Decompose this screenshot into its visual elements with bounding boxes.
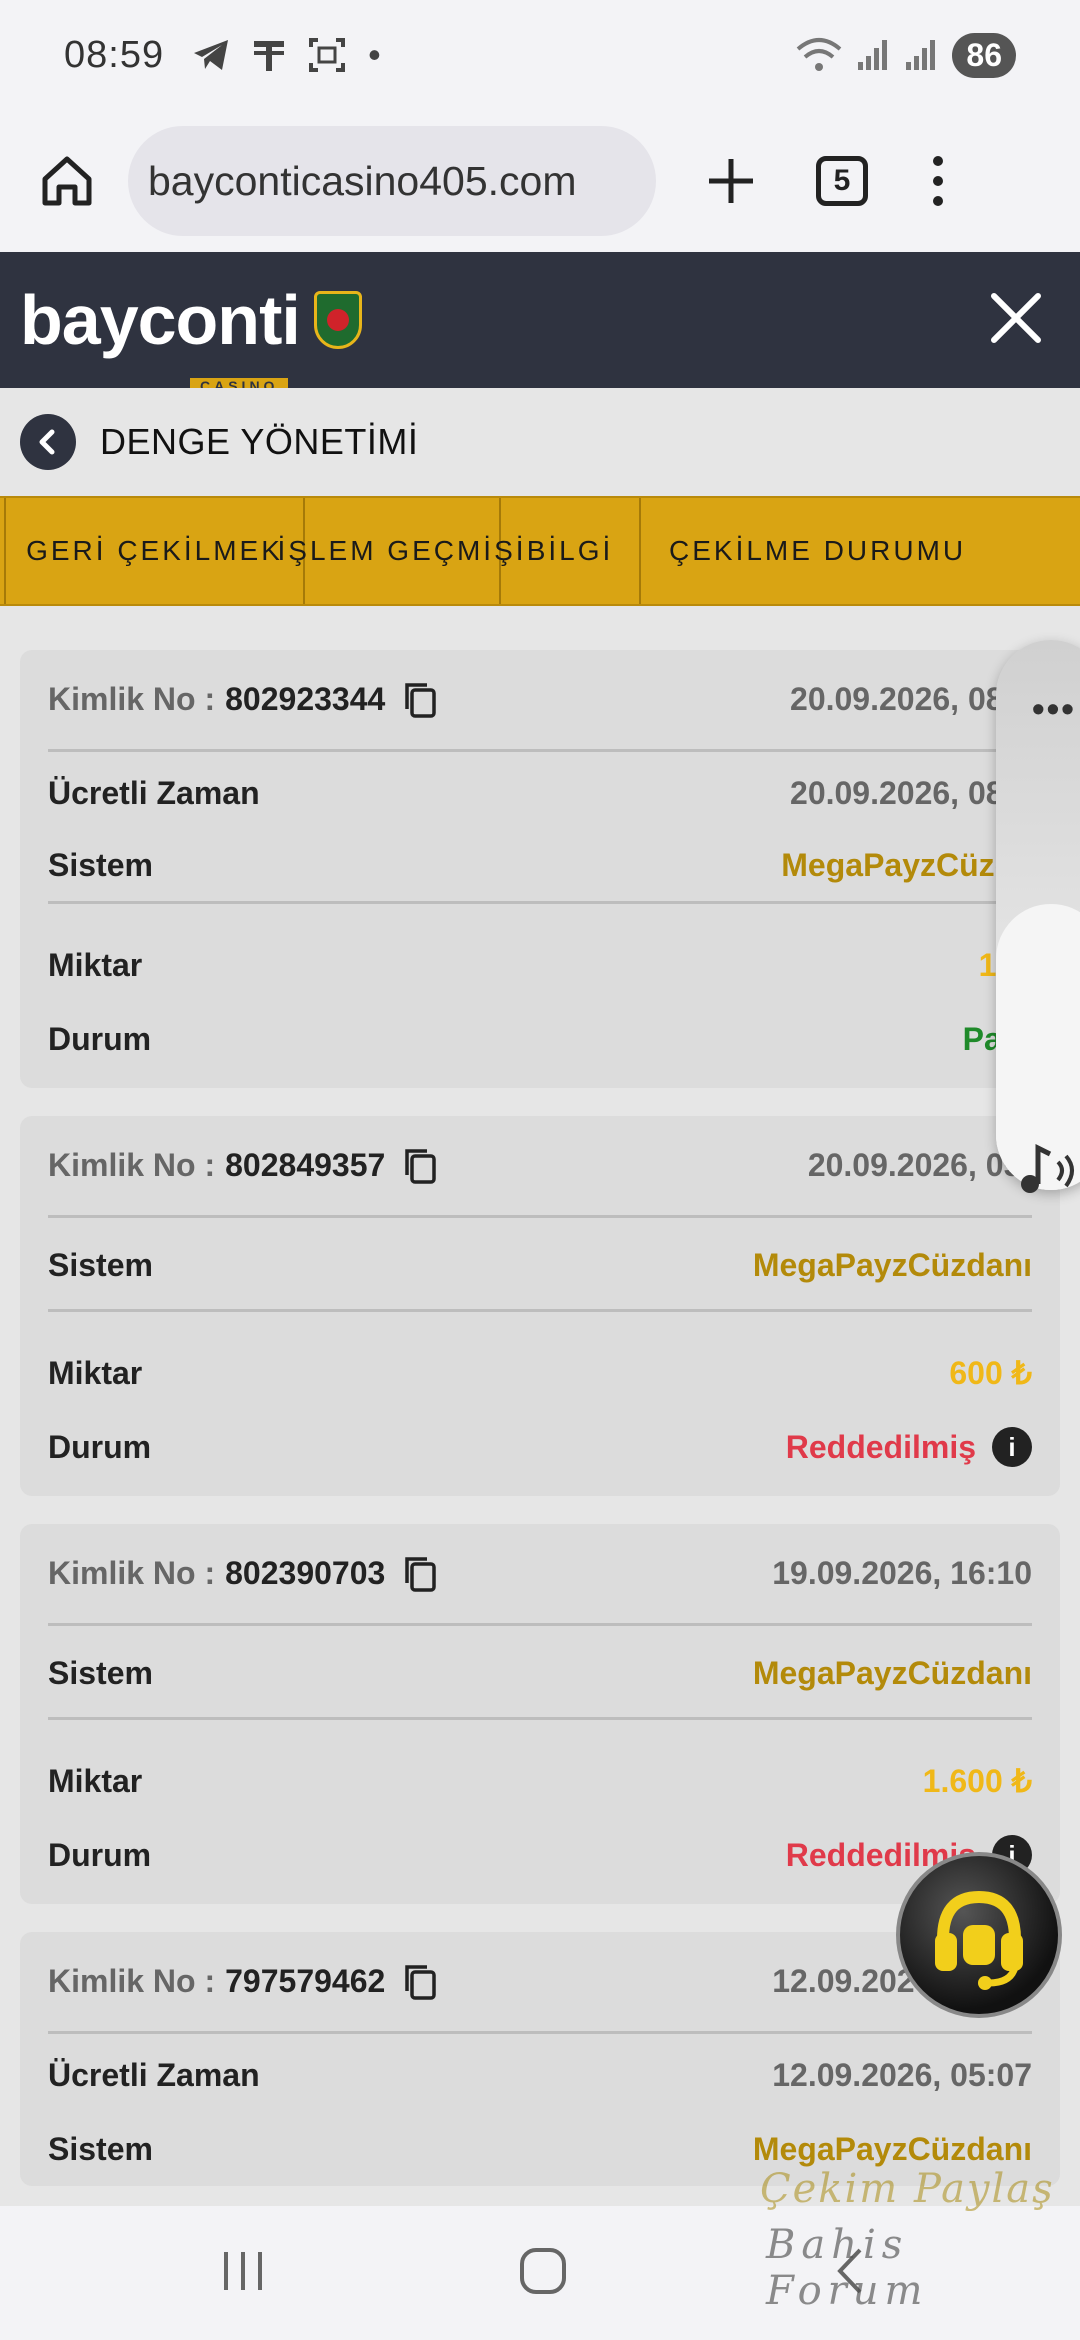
paid-time-row: Ücretli Zaman 12.09.2026, 05:07 (48, 2038, 1032, 2112)
amount-label: Miktar (48, 1762, 143, 1799)
transaction-id: 802849357 (225, 1147, 386, 1183)
transaction-date: 19.09.2026, 16:10 (772, 1555, 1032, 1591)
status-time: 08:59 (64, 33, 165, 76)
transaction-header: Kimlik No : 802390703 19.09.2026, 16:10 (48, 1524, 1032, 1626)
more-icon[interactable]: ••• (1032, 688, 1076, 730)
status-row: Durum Para (48, 1002, 1032, 1076)
site-header: bayconti CASINO (0, 252, 1080, 394)
logo-badge-icon (313, 291, 362, 349)
watermark-line-2: Bahis Forum (766, 2222, 929, 2314)
id-label: Kimlik No : (48, 1555, 216, 1591)
id-label: Kimlik No : (48, 1963, 216, 1999)
paid-time-value: 12.09.2026, 05:07 (772, 2056, 1032, 2093)
transaction-card: Kimlik No : 802390703 19.09.2026, 16:10 … (20, 1524, 1060, 1904)
status-label: Durum (48, 1836, 152, 1873)
copy-icon[interactable] (403, 1963, 437, 2001)
signal-icon (906, 40, 936, 70)
info-icon[interactable]: i (992, 1427, 1032, 1467)
transaction-list: Kimlik No : 802923344 20.09.2026, 08:5 Ü… (20, 650, 1060, 2214)
plus-icon (709, 159, 753, 203)
system-label: Sistem (48, 847, 153, 883)
more-icon (933, 156, 943, 166)
screenshot-icon (309, 38, 346, 72)
page-title-bar: DENGE YÖNETİMİ (0, 388, 1080, 496)
system-label: Sistem (48, 2130, 153, 2167)
paid-time-label: Ücretli Zaman (48, 774, 260, 811)
more-icon (933, 176, 943, 186)
transaction-header: Kimlik No : 802923344 20.09.2026, 08:5 (48, 650, 1032, 752)
logo-text: bayconti (20, 281, 301, 359)
balance-tabs: GERİ ÇEKİLMEK İŞLEM GEÇMİŞİ BİLGİ ÇEKİLM… (0, 496, 1080, 606)
system-row: Sistem MegaPayzCüzdanı (48, 1630, 1032, 1720)
paid-time-row: Ücretli Zaman 20.09.2026, 08:5 (48, 756, 1032, 830)
site-logo[interactable]: bayconti CASINO (20, 280, 362, 394)
tab-switcher-button[interactable]: 5 (816, 156, 868, 206)
floating-side-panel[interactable]: ••• (996, 640, 1080, 1193)
transaction-id: 802390703 (225, 1555, 386, 1591)
music-icon[interactable] (1016, 1140, 1080, 1200)
status-dot: • (368, 34, 381, 75)
paid-time-label: Ücretli Zaman (48, 2056, 260, 2093)
recents-icon[interactable] (218, 2246, 268, 2296)
home-icon (42, 156, 92, 206)
amount-row: Miktar 600 ₺ (48, 1336, 1032, 1410)
headset-icon (935, 1890, 1023, 1990)
amount-label: Miktar (48, 946, 143, 983)
status-notification-icons: • (192, 34, 381, 76)
copy-icon[interactable] (403, 1555, 437, 1593)
tab-info[interactable]: BİLGİ (501, 498, 641, 604)
status-row: Durum Reddedilmiş i (48, 1410, 1032, 1484)
watermark-line-1: Çekim Paylaş (760, 2166, 1055, 2212)
tab-withdraw[interactable]: GERİ ÇEKİLMEK (6, 498, 305, 604)
system-label: Sistem (48, 1247, 153, 1283)
browser-toolbar: bayconticasino405.com 5 (0, 110, 1080, 252)
tab-withdrawal-status[interactable]: ÇEKİLME DURUMU (641, 498, 1080, 604)
id-label: Kimlik No : (48, 681, 216, 717)
system-label: Sistem (48, 1655, 153, 1691)
status-label: Durum (48, 1020, 152, 1057)
page-title: DENGE YÖNETİMİ (100, 421, 419, 462)
status-value: Reddedilmiş (785, 1428, 976, 1465)
url-bar[interactable]: bayconticasino405.com (128, 126, 656, 236)
transaction-id: 802923344 (225, 681, 386, 717)
status-label: Durum (48, 1428, 152, 1465)
close-icon[interactable] (984, 286, 1048, 350)
wifi-icon (797, 38, 842, 71)
id-label: Kimlik No : (48, 1147, 216, 1183)
telegram-icon (194, 40, 229, 70)
chevron-left-icon (39, 429, 55, 455)
system-value: MegaPayzCüzdanı (752, 2130, 1032, 2167)
transaction-card: Kimlik No : 802923344 20.09.2026, 08:5 Ü… (20, 650, 1060, 1088)
system-value: MegaPayzCüzda (781, 847, 1032, 883)
browser-menu-button[interactable] (918, 146, 958, 216)
home-button[interactable] (32, 146, 102, 216)
home-nav-icon[interactable] (518, 2246, 568, 2296)
system-row: Sistem MegaPayzCüzdanı (48, 1222, 1032, 1312)
battery-level: 86 (952, 32, 1016, 78)
transaction-header: Kimlik No : 797579462 12.09.2026, 05:07 (48, 1932, 1032, 2034)
back-button[interactable] (20, 414, 76, 470)
support-chat-button[interactable] (896, 1852, 1062, 2018)
amount-label: Miktar (48, 1354, 143, 1391)
transaction-id: 797579462 (225, 1963, 386, 1999)
amount-value: 1.600 ₺ (922, 1763, 1032, 1799)
status-value-wrap: Reddedilmiş i (786, 1427, 1032, 1467)
status-bar: 08:59 • 86 (0, 0, 1080, 110)
new-tab-button[interactable] (696, 146, 766, 216)
message-icon (254, 41, 285, 71)
signal-icon (858, 40, 888, 70)
amount-value: 600 ₺ (949, 1355, 1032, 1391)
more-icon (933, 196, 943, 206)
system-value: MegaPayzCüzdanı (752, 1655, 1032, 1691)
transaction-header: Kimlik No : 802849357 20.09.2026, 05: (48, 1116, 1032, 1218)
copy-icon[interactable] (403, 1147, 437, 1185)
amount-row: Miktar 170 (48, 928, 1032, 1002)
status-row: Durum Reddedilmiş i (48, 1818, 1032, 1892)
amount-row: Miktar 1.600 ₺ (48, 1744, 1032, 1818)
tab-transaction-history[interactable]: İŞLEM GEÇMİŞİ (277, 498, 524, 604)
system-value: MegaPayzCüzdanı (752, 1247, 1032, 1283)
copy-icon[interactable] (403, 681, 437, 719)
transaction-card: Kimlik No : 802849357 20.09.2026, 05: Si… (20, 1116, 1060, 1496)
system-row: Sistem MegaPayzCüzda (48, 830, 1032, 904)
